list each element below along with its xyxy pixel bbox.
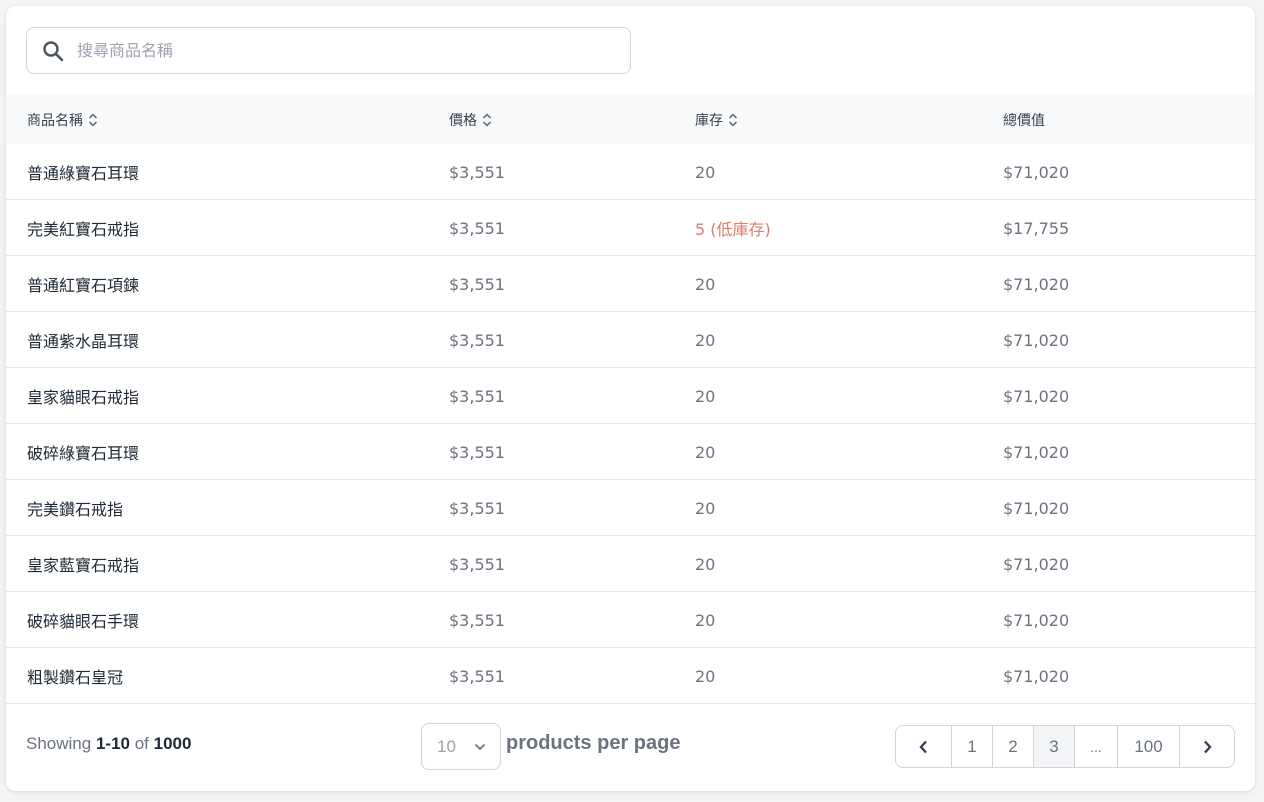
sort-header-price[interactable]: 價格 <box>449 95 492 144</box>
product-total: $71,020 <box>1003 274 1070 294</box>
table-row: 完美鑽石戒指 $3,551 20 $71,020 <box>6 480 1255 536</box>
sort-header-stock[interactable]: 庫存 <box>695 95 738 144</box>
sort-header-name[interactable]: 商品名稱 <box>27 95 98 144</box>
product-price: $3,551 <box>449 498 505 518</box>
page-button-current[interactable]: 3 <box>1034 726 1075 767</box>
product-price: $3,551 <box>449 442 505 462</box>
product-price: $3,551 <box>449 274 505 294</box>
showing-range: 1-10 <box>95 734 130 753</box>
pagination: 1 2 3 ... 100 <box>895 725 1235 768</box>
header-total-label: 總價值 <box>1003 112 1045 129</box>
table-row: 普通綠寶石耳環 $3,551 20 $71,020 <box>6 144 1255 200</box>
product-name: 普通紫水晶耳環 <box>27 332 140 351</box>
table-body: 普通綠寶石耳環 $3,551 20 $71,020 完美紅寶石戒指 $3,551… <box>6 144 1255 704</box>
product-price: $3,551 <box>449 666 505 686</box>
per-page-select[interactable]: 10 <box>421 723 501 770</box>
product-price: $3,551 <box>449 218 505 238</box>
page-button[interactable]: 2 <box>993 726 1034 767</box>
product-name: 破碎貓眼石手環 <box>27 612 140 631</box>
product-stock: 20 <box>695 554 716 574</box>
product-price: $3,551 <box>449 554 505 574</box>
product-price: $3,551 <box>449 610 505 630</box>
sort-icon <box>728 112 738 127</box>
header-name-label: 商品名稱 <box>27 112 83 129</box>
sort-icon <box>88 112 98 127</box>
product-name: 完美紅寶石戒指 <box>27 220 140 239</box>
header-stock-label: 庫存 <box>695 112 723 129</box>
product-stock: 20 <box>695 442 716 462</box>
showing-total: 1000 <box>153 734 192 753</box>
product-stock: 20 <box>695 274 716 294</box>
product-table-card: 商品名稱 價格 庫存 總價值 普通綠寶石耳環 $3,5 <box>6 6 1255 791</box>
table-row: 普通紅寶石項鍊 $3,551 20 $71,020 <box>6 256 1255 312</box>
table-row: 皇家藍寶石戒指 $3,551 20 $71,020 <box>6 536 1255 592</box>
product-total: $71,020 <box>1003 666 1070 686</box>
table-row: 粗製鑽石皇冠 $3,551 20 $71,020 <box>6 648 1255 704</box>
product-price: $3,551 <box>449 162 505 182</box>
product-name: 皇家貓眼石戒指 <box>27 388 140 407</box>
page-button[interactable]: 100 <box>1118 726 1180 767</box>
product-stock: 20 <box>695 498 716 518</box>
chevron-down-icon <box>474 743 486 751</box>
table-row: 皇家貓眼石戒指 $3,551 20 $71,020 <box>6 368 1255 424</box>
table-row: 破碎貓眼石手環 $3,551 20 $71,020 <box>6 592 1255 648</box>
product-total: $71,020 <box>1003 610 1070 630</box>
product-name: 普通綠寶石耳環 <box>27 164 140 183</box>
search-input[interactable] <box>77 28 617 73</box>
product-name: 普通紅寶石項鍊 <box>27 276 140 295</box>
next-page-button[interactable] <box>1180 726 1234 767</box>
search-icon <box>43 41 64 62</box>
product-name: 粗製鑽石皇冠 <box>27 668 124 687</box>
product-total: $71,020 <box>1003 162 1070 182</box>
product-total: $17,755 <box>1003 218 1070 238</box>
chevron-right-icon <box>1203 740 1212 753</box>
product-stock: 20 <box>695 666 716 686</box>
header-price-label: 價格 <box>449 112 477 129</box>
product-stock: 20 <box>695 386 716 406</box>
product-total: $71,020 <box>1003 498 1070 518</box>
product-price: $3,551 <box>449 386 505 406</box>
header-total: 總價值 <box>1003 95 1045 144</box>
showing-summary: Showing 1-10 of 1000 <box>26 734 191 754</box>
product-total: $71,020 <box>1003 386 1070 406</box>
product-stock: 20 <box>695 162 716 182</box>
product-name: 完美鑽石戒指 <box>27 500 124 519</box>
product-stock-low: 5 (低庫存) <box>695 220 771 239</box>
showing-of: of <box>134 734 149 753</box>
table-footer: Showing 1-10 of 1000 10 products per pag… <box>6 704 1255 791</box>
table-row: 普通紫水晶耳環 $3,551 20 $71,020 <box>6 312 1255 368</box>
product-name: 皇家藍寶石戒指 <box>27 556 140 575</box>
product-name: 破碎綠寶石耳環 <box>27 444 140 463</box>
page-button[interactable]: 1 <box>952 726 993 767</box>
product-total: $71,020 <box>1003 330 1070 350</box>
product-stock: 20 <box>695 330 716 350</box>
showing-prefix: Showing <box>26 734 92 753</box>
sort-icon <box>482 112 492 127</box>
product-total: $71,020 <box>1003 554 1070 574</box>
chevron-left-icon <box>919 740 927 753</box>
product-total: $71,020 <box>1003 442 1070 462</box>
table-row: 完美紅寶石戒指 $3,551 5 (低庫存) $17,755 <box>6 200 1255 256</box>
per-page-value: 10 <box>437 736 456 756</box>
prev-page-button[interactable] <box>896 726 952 767</box>
table-header: 商品名稱 價格 庫存 總價值 <box>6 95 1255 144</box>
product-stock: 20 <box>695 610 716 630</box>
search-box <box>26 27 631 74</box>
table-row: 破碎綠寶石耳環 $3,551 20 $71,020 <box>6 424 1255 480</box>
product-price: $3,551 <box>449 330 505 350</box>
per-page-label: products per page <box>506 732 681 754</box>
page-ellipsis: ... <box>1075 726 1118 767</box>
